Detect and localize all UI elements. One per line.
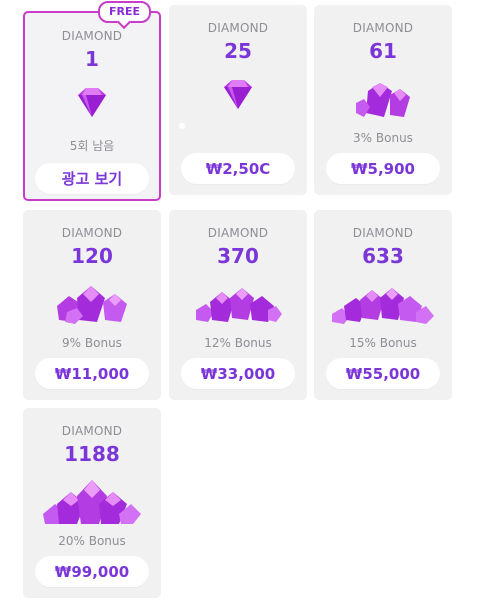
single-gem-icon <box>169 71 307 135</box>
pack-category: DIAMOND <box>207 226 269 240</box>
buy-button[interactable]: ₩33,000 <box>181 358 295 389</box>
bonus-label: 15% Bonus <box>349 336 417 350</box>
single-gem-icon <box>25 79 159 143</box>
pack-amount: 25 <box>224 39 252 63</box>
free-badge: FREE <box>97 1 151 23</box>
bonus-label: 12% Bonus <box>204 336 272 350</box>
pack-amount: 61 <box>369 39 397 63</box>
pack-category: DIAMOND <box>352 21 414 35</box>
bonus-label: 20% Bonus <box>58 534 126 548</box>
pack-amount: 633 <box>362 244 404 268</box>
buy-button[interactable]: ₩2,50C <box>181 153 295 184</box>
gem-pile-large-icon <box>169 276 307 340</box>
diamond-pack-25-card[interactable]: DIAMOND 25 ₩2,50C <box>169 5 307 195</box>
pack-category: DIAMOND <box>352 226 414 240</box>
buy-button[interactable]: ₩5,900 <box>326 153 440 184</box>
bonus-label: 3% Bonus <box>353 131 413 145</box>
pack-amount: 1188 <box>64 442 120 466</box>
pack-category: DIAMOND <box>61 226 123 240</box>
diamond-pack-61-card[interactable]: DIAMOND 61 3% Bonus ₩5,900 <box>314 5 452 195</box>
diamond-pack-370-card[interactable]: DIAMOND 370 12% Bonus ₩33,000 <box>169 210 307 400</box>
diamond-pack-1-card[interactable]: FREE DIAMOND 1 5회 남음 광고 보기 <box>23 1 161 201</box>
diamond-pack-1188-card[interactable]: DIAMOND 1188 20% Bonus ₩99,000 <box>23 408 161 598</box>
gem-mound-icon <box>23 474 161 538</box>
pack-amount: 370 <box>217 244 259 268</box>
gem-pile-icon <box>23 276 161 340</box>
buy-button[interactable]: ₩55,000 <box>326 358 440 389</box>
gem-small-pile-icon <box>314 71 452 135</box>
buy-button[interactable]: ₩99,000 <box>35 556 149 587</box>
pack-category: DIAMOND <box>207 21 269 35</box>
diamond-pack-120-card[interactable]: DIAMOND 120 9% Bonus ₩11,000 <box>23 210 161 400</box>
buy-button[interactable]: ₩11,000 <box>35 358 149 389</box>
pack-category: DIAMOND <box>61 424 123 438</box>
watch-ad-button[interactable]: 광고 보기 <box>35 163 149 194</box>
bonus-label: 9% Bonus <box>62 336 122 350</box>
diamond-pack-633-card[interactable]: DIAMOND 633 15% Bonus ₩55,000 <box>314 210 452 400</box>
remaining-count: 5회 남음 <box>69 139 115 153</box>
pack-category: DIAMOND <box>61 29 123 43</box>
pack-amount: 120 <box>71 244 113 268</box>
gem-pile-xl-icon <box>314 276 452 340</box>
pack-amount: 1 <box>85 47 99 71</box>
